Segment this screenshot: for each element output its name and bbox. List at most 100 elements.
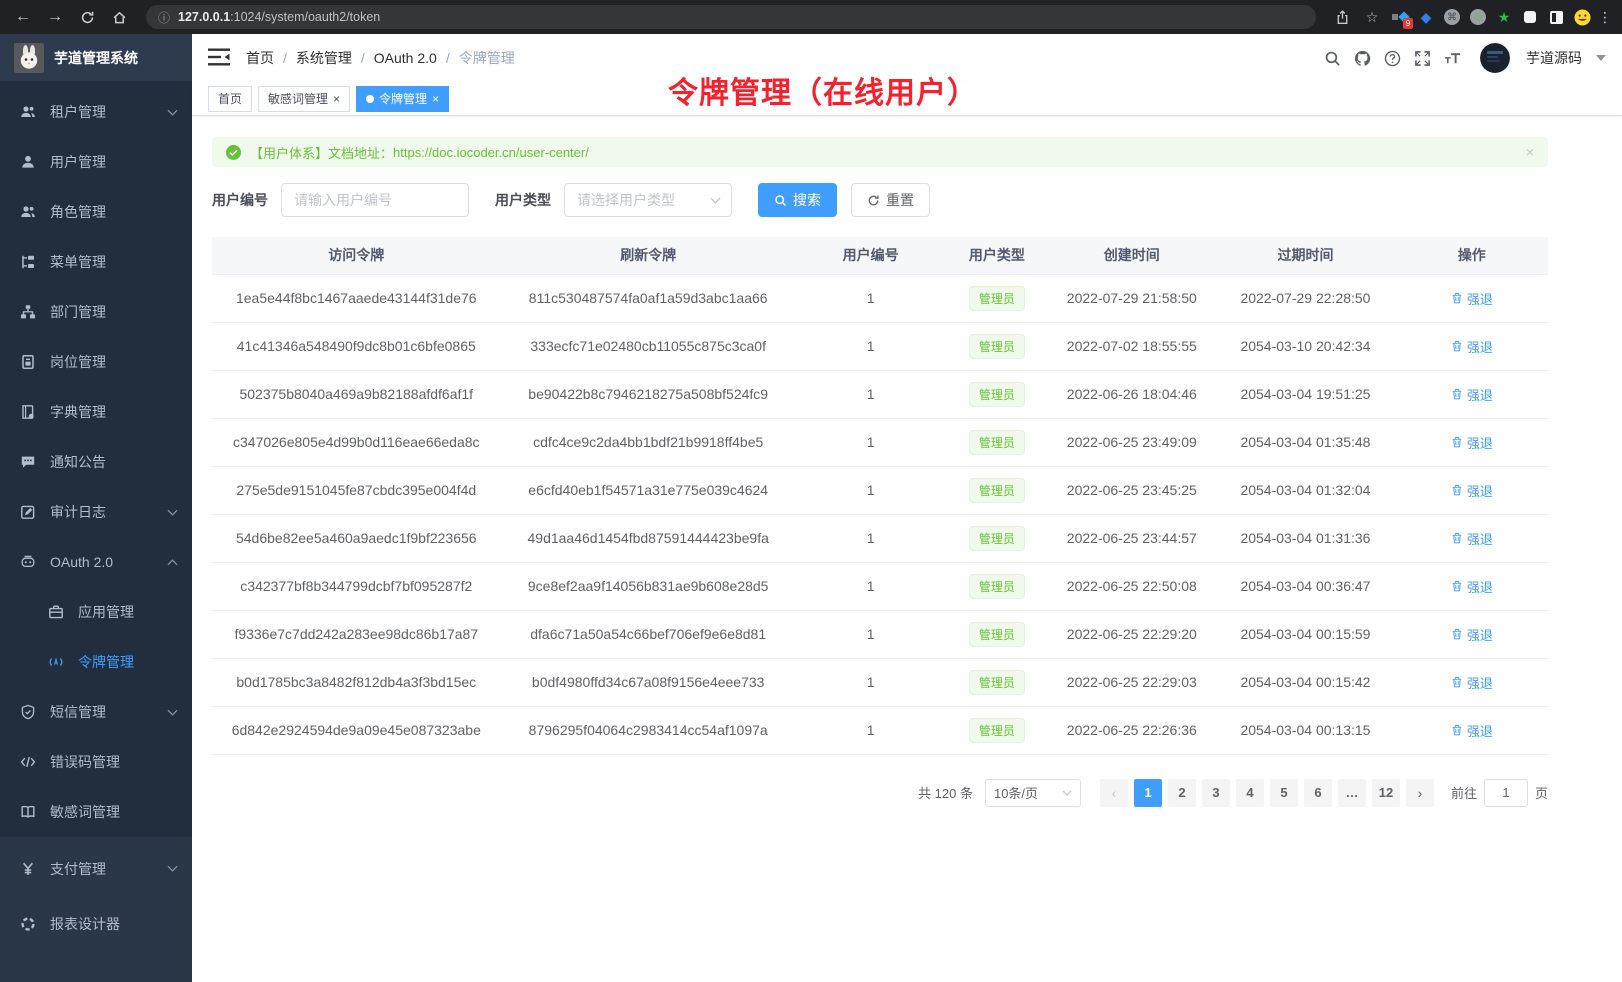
force-logout-button[interactable]: 强退 xyxy=(1451,385,1493,404)
sidebar-fold-icon[interactable] xyxy=(208,48,230,68)
breadcrumb-home[interactable]: 首页 xyxy=(246,48,274,68)
force-logout-button[interactable]: 强退 xyxy=(1451,577,1493,596)
page-size-select[interactable]: 10条/页 xyxy=(985,779,1081,807)
fullscreen-icon[interactable] xyxy=(1412,48,1432,68)
access-token-cell: f9336e7c7dd242a283ee98dc86b17a87 xyxy=(212,610,501,658)
sidebar-item-audit[interactable]: 审计日志 xyxy=(0,487,192,537)
force-logout-button[interactable]: 强退 xyxy=(1451,625,1493,644)
sidebar-item-notice[interactable]: 通知公告 xyxy=(0,437,192,487)
force-logout-button[interactable]: 强退 xyxy=(1451,481,1493,500)
user-id-input[interactable] xyxy=(281,183,469,217)
sidebar-item-post[interactable]: 岗位管理 xyxy=(0,337,192,387)
browser-profile-avatar[interactable] xyxy=(1572,7,1592,27)
extension-command-icon[interactable]: ⌘ xyxy=(1442,7,1462,27)
page-button-1[interactable]: 1 xyxy=(1134,779,1162,807)
alert-close-icon[interactable]: × xyxy=(1526,144,1534,160)
force-logout-button[interactable]: 强退 xyxy=(1451,673,1493,692)
trash-icon xyxy=(1451,628,1463,640)
user-type-select[interactable]: 请选择用户类型 xyxy=(564,183,732,217)
doc-link[interactable]: https://doc.iocoder.cn/user-center/ xyxy=(393,145,589,160)
table-body: 1ea5e44f8bc1467aaede43144f31de76811c5304… xyxy=(212,274,1548,754)
tab-sensitive-word[interactable]: 敏感词管理 × xyxy=(258,86,350,112)
sidebar-item-oauth2[interactable]: OAuth 2.0 xyxy=(0,537,192,587)
force-logout-button[interactable]: 强退 xyxy=(1451,529,1493,548)
sidebar-item-oauth2-app[interactable]: 应用管理 xyxy=(0,587,192,637)
browser-menu-icon[interactable]: ⋮ xyxy=(1598,9,1612,26)
action-cell: 强退 xyxy=(1396,370,1548,418)
tab-home[interactable]: 首页 xyxy=(208,86,252,112)
access-token-cell: 275e5de9151045fe87cbdc395e004f4d xyxy=(212,466,501,514)
browser-back-icon[interactable]: ← xyxy=(10,4,36,30)
user-type-badge: 管理员 xyxy=(969,382,1025,407)
github-icon[interactable] xyxy=(1352,48,1372,68)
sidebar-item-sensitive[interactable]: 敏感词管理 xyxy=(0,787,192,837)
header-search-icon[interactable] xyxy=(1322,48,1342,68)
sidebar-item-errcode[interactable]: 错误码管理 xyxy=(0,737,192,787)
tab-label: 敏感词管理 xyxy=(268,90,328,107)
sidebar-item-report[interactable]: 报表设计器 xyxy=(0,896,192,951)
refresh-token-cell: e6cfd40eb1f54571a31e775e039c4624 xyxy=(501,466,796,514)
user-caret-down-icon[interactable] xyxy=(1596,55,1606,61)
font-size-icon[interactable] xyxy=(1442,48,1462,68)
page-button-3[interactable]: 3 xyxy=(1202,779,1230,807)
force-logout-label: 强退 xyxy=(1467,625,1493,644)
expire-time-cell: 2054-03-04 19:51:25 xyxy=(1215,370,1395,418)
page-button-12[interactable]: 12 xyxy=(1372,779,1400,807)
address-bar[interactable]: ⓘ 127.0.0.1:1024/system/oauth2/token xyxy=(146,5,1316,29)
username-label[interactable]: 芋道源码 xyxy=(1526,48,1582,68)
page-button-2[interactable]: 2 xyxy=(1168,779,1196,807)
sidebar-item-tenant[interactable]: 租户管理 xyxy=(0,87,192,137)
help-icon[interactable] xyxy=(1382,48,1402,68)
goto-page-input[interactable] xyxy=(1484,779,1528,807)
sidebar-item-menu[interactable]: 菜单管理 xyxy=(0,237,192,287)
extension-gem-icon[interactable]: ◆ xyxy=(1416,7,1436,27)
force-logout-label: 强退 xyxy=(1467,529,1493,548)
reset-button[interactable]: 重置 xyxy=(851,183,930,217)
force-logout-button[interactable]: 强退 xyxy=(1451,337,1493,356)
site-info-icon[interactable]: ⓘ xyxy=(158,9,170,26)
extension-star-icon[interactable]: ★ xyxy=(1494,7,1514,27)
page-button-6[interactable]: 6 xyxy=(1304,779,1332,807)
close-icon[interactable]: × xyxy=(333,93,340,105)
extension-puzzle-icon[interactable] xyxy=(1520,7,1540,27)
prev-page-button[interactable]: ‹ xyxy=(1100,779,1128,807)
breadcrumb-oauth[interactable]: OAuth 2.0 xyxy=(374,50,437,66)
trash-icon xyxy=(1451,292,1463,304)
tab-token[interactable]: 令牌管理× xyxy=(356,86,449,112)
bookmark-star-icon[interactable]: ☆ xyxy=(1360,5,1384,29)
page-button-4[interactable]: 4 xyxy=(1236,779,1264,807)
close-icon[interactable]: × xyxy=(432,93,439,105)
browser-reload-icon[interactable] xyxy=(74,4,100,30)
breadcrumb-system[interactable]: 系统管理 xyxy=(296,48,352,68)
force-logout-button[interactable]: 强退 xyxy=(1451,721,1493,740)
sidebar-item-label: 用户管理 xyxy=(50,152,178,172)
page-more-button[interactable]: … xyxy=(1338,779,1366,807)
search-button[interactable]: 搜索 xyxy=(758,183,837,217)
sidebar-item-dept[interactable]: 部门管理 xyxy=(0,287,192,337)
extension-splitscreen-icon[interactable] xyxy=(1546,7,1566,27)
sidebar-item-dict[interactable]: 字典管理 xyxy=(0,387,192,437)
pagination: 共 120 条 10条/页 ‹ 123456…12 › 前往 页 xyxy=(212,779,1548,807)
user-avatar[interactable] xyxy=(1480,43,1510,73)
sidebar-item-sms[interactable]: 短信管理 xyxy=(0,687,192,737)
user-id-cell: 1 xyxy=(796,706,946,754)
user-type-badge: 管理员 xyxy=(969,718,1025,743)
extension-blocks-icon[interactable]: 9 xyxy=(1390,7,1410,27)
next-page-button[interactable]: › xyxy=(1406,779,1434,807)
browser-home-icon[interactable] xyxy=(106,4,132,30)
share-icon[interactable] xyxy=(1330,5,1354,29)
sidebar-item-oauth2-token[interactable]: 令牌管理 xyxy=(0,637,192,687)
sidebar-item-user[interactable]: 用户管理 xyxy=(0,137,192,187)
force-logout-button[interactable]: 强退 xyxy=(1451,289,1493,308)
sidebar-item-pay[interactable]: 支付管理 xyxy=(0,841,192,896)
extension-record-icon[interactable] xyxy=(1468,7,1488,27)
force-logout-label: 强退 xyxy=(1467,481,1493,500)
force-logout-button[interactable]: 强退 xyxy=(1451,433,1493,452)
sidebar-logo-row[interactable]: 芋道管理系统 xyxy=(0,34,192,81)
sidebar-item-role[interactable]: 角色管理 xyxy=(0,187,192,237)
user-type-badge: 管理员 xyxy=(969,526,1025,551)
user-id-cell: 1 xyxy=(796,562,946,610)
page-button-5[interactable]: 5 xyxy=(1270,779,1298,807)
search-button-label: 搜索 xyxy=(793,190,821,210)
browser-forward-icon[interactable]: → xyxy=(42,4,68,30)
